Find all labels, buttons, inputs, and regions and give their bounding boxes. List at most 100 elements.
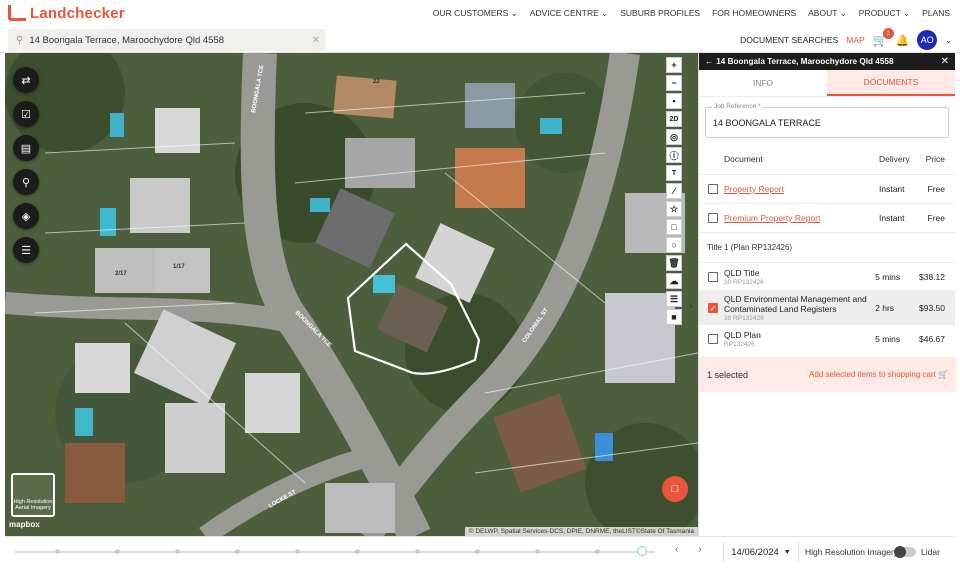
timeline-dot[interactable] bbox=[295, 549, 300, 554]
row-checkbox[interactable] bbox=[708, 333, 718, 344]
search-input[interactable]: ⚲ 14 Boongala Terrace, Maroochydore Qld … bbox=[8, 29, 326, 51]
document-name: QLD Plan bbox=[724, 329, 761, 340]
timeline-dot[interactable] bbox=[355, 549, 360, 554]
search-value: 14 Boongala Terrace, Maroochydore Qld 45… bbox=[29, 34, 225, 46]
text-tool-icon[interactable]: T bbox=[666, 165, 682, 181]
lot-label: 1/17 bbox=[173, 264, 185, 270]
bell-icon[interactable]: 🔔 bbox=[896, 34, 910, 47]
hires-imagery-tile[interactable]: High Resolution Aerial Imagery bbox=[11, 473, 55, 517]
location-pin-icon[interactable]: ⚲ bbox=[13, 169, 39, 195]
timeline-dot[interactable] bbox=[475, 549, 480, 554]
price-value: $46.67 bbox=[919, 333, 945, 344]
nav-advice-centre[interactable]: ADVICE CENTRE ⌄ bbox=[530, 8, 608, 19]
document-searches-link[interactable]: DOCUMENT SEARCHES bbox=[740, 35, 838, 45]
compare-icon[interactable]: ⇄ bbox=[13, 67, 39, 93]
top-nav: Landchecker OUR CUSTOMERS ⌄ ADVICE CENTR… bbox=[0, 0, 960, 26]
circle-icon[interactable]: ○ bbox=[666, 237, 682, 253]
nav-about[interactable]: ABOUT ⌄ bbox=[808, 8, 847, 19]
delivery-value: Instant bbox=[879, 184, 905, 194]
map-link[interactable]: MAP bbox=[846, 35, 864, 45]
brand-logo[interactable]: Landchecker bbox=[8, 5, 125, 22]
document-link[interactable]: Premium Property Report bbox=[724, 213, 879, 223]
back-arrow-icon[interactable]: ← bbox=[705, 57, 713, 66]
avatar[interactable]: AO bbox=[917, 30, 938, 50]
timeline-dot[interactable] bbox=[175, 549, 180, 554]
date-select[interactable]: 14/06/2024 ▼ bbox=[723, 542, 799, 562]
map-tools: ⇄ ☑ ▤ ⚲ ◈ ☰ bbox=[13, 67, 39, 263]
map-controls: + − • 2D ◎ ⓘ T ∕ ☆ □ ○ 🗑 ☁ ☰ ■ bbox=[666, 57, 682, 325]
delivery-value: 5 mins bbox=[875, 271, 901, 282]
star-icon[interactable]: ☆ bbox=[666, 201, 682, 217]
2d-toggle[interactable]: 2D bbox=[666, 111, 682, 127]
job-reference-field[interactable]: Job Reference * 14 BOONGALA TERRACE bbox=[705, 103, 949, 138]
cloud-icon[interactable]: ☁ bbox=[666, 273, 682, 289]
chevron-down-icon[interactable]: ⌄ bbox=[945, 36, 952, 45]
brand-name: Landchecker bbox=[30, 4, 125, 22]
nav-suburb-profiles[interactable]: SUBURB PROFILES bbox=[620, 8, 700, 18]
document-sub: RP132426 bbox=[724, 340, 755, 348]
clear-icon[interactable]: ✕ bbox=[312, 35, 320, 46]
nav-for-homeowners[interactable]: FOR HOMEOWNERS bbox=[712, 8, 796, 18]
locate-icon[interactable]: ◎ bbox=[666, 129, 682, 145]
map-canvas[interactable]: BOONGALA TCE BOONGALA TCE COLONIAL ST LO… bbox=[5, 53, 698, 536]
timeline-dot[interactable] bbox=[55, 549, 60, 554]
date-value: 14/06/2024 bbox=[731, 546, 779, 558]
chat-icon[interactable]: □ bbox=[662, 476, 688, 502]
report-icon[interactable]: ▤ bbox=[13, 135, 39, 161]
close-icon[interactable]: ✕ bbox=[941, 56, 949, 67]
row-checkbox-checked[interactable]: ✓ bbox=[708, 302, 718, 313]
table-row: Property Report Instant Free bbox=[699, 174, 955, 203]
tab-info[interactable]: INFO bbox=[699, 70, 827, 96]
toolbar-right: DOCUMENT SEARCHES MAP 🛒 1 🔔 AO ⌄ bbox=[740, 28, 952, 51]
timeline-dot[interactable] bbox=[535, 549, 540, 554]
nav-our-customers[interactable]: OUR CUSTOMERS ⌄ bbox=[433, 8, 518, 19]
timeline-knob[interactable] bbox=[637, 546, 647, 556]
layers-icon[interactable]: ◈ bbox=[13, 203, 39, 229]
imagery-lidar-toggle[interactable] bbox=[894, 546, 916, 558]
trash-icon[interactable]: 🗑 bbox=[666, 255, 682, 271]
add-to-cart-label: Add selected items to shopping cart bbox=[809, 370, 936, 379]
sliders-icon[interactable]: ☰ bbox=[666, 291, 682, 307]
panel-header: ← 14 Boongala Terrace, Maroochydore Qld … bbox=[699, 53, 955, 70]
ruler-icon[interactable]: ∕ bbox=[666, 183, 682, 199]
mapbox-logo: mapbox bbox=[9, 520, 40, 529]
delivery-value: 5 mins bbox=[875, 333, 901, 344]
search-row: ⚲ 14 Boongala Terrace, Maroochydore Qld … bbox=[0, 26, 960, 53]
table-row: QLD Plan RP132426 5 mins $46.67 bbox=[699, 324, 955, 352]
timeline-dot[interactable] bbox=[235, 549, 240, 554]
checklist-icon[interactable]: ☑ bbox=[13, 101, 39, 127]
cart-add-icon: 🛒 bbox=[938, 370, 948, 379]
app-root: Landchecker OUR CUSTOMERS ⌄ ADVICE CENTR… bbox=[0, 0, 960, 572]
nav-product[interactable]: PRODUCT ⌄ bbox=[859, 8, 910, 19]
add-to-cart-button[interactable]: Add selected items to shopping cart 🛒 bbox=[809, 370, 948, 379]
row-checkbox[interactable] bbox=[708, 184, 718, 194]
selection-footer: 1 selected Add selected items to shoppin… bbox=[699, 357, 956, 392]
image-icon[interactable]: ■ bbox=[666, 309, 682, 325]
info-icon[interactable]: ⓘ bbox=[666, 147, 682, 163]
document-sub: 30 RP132426 bbox=[724, 278, 764, 286]
north-icon[interactable]: • bbox=[666, 93, 682, 109]
tab-documents[interactable]: DOCUMENTS bbox=[827, 70, 955, 96]
cart-icon[interactable]: 🛒 1 bbox=[873, 28, 894, 47]
polygon-icon[interactable]: □ bbox=[666, 219, 682, 235]
document-name: QLD Title bbox=[724, 267, 760, 278]
chevron-left-icon[interactable]: ‹ bbox=[675, 544, 678, 555]
panel-tabs: INFO DOCUMENTS bbox=[699, 70, 955, 97]
row-checkbox[interactable] bbox=[708, 213, 718, 223]
search-icon: ⚲ bbox=[16, 34, 24, 46]
collapse-panel-icon[interactable]: › bbox=[689, 301, 692, 312]
list-icon[interactable]: ☰ bbox=[13, 237, 39, 263]
timeline-dot[interactable] bbox=[115, 549, 120, 554]
zoom-out-button[interactable]: − bbox=[666, 75, 682, 91]
timeline-dot[interactable] bbox=[415, 549, 420, 554]
row-checkbox[interactable] bbox=[708, 271, 718, 282]
nav-plans[interactable]: PLANS bbox=[922, 8, 950, 18]
chevron-right-icon[interactable]: › bbox=[698, 544, 701, 555]
document-link[interactable]: Property Report bbox=[724, 184, 879, 194]
timeline-dot[interactable] bbox=[595, 549, 600, 554]
nav-links: OUR CUSTOMERS ⌄ ADVICE CENTRE ⌄ SUBURB P… bbox=[433, 0, 950, 26]
document-name-cell: QLD Environmental Management and Contami… bbox=[724, 294, 875, 322]
lot-label: 2/17 bbox=[115, 271, 127, 277]
zoom-in-button[interactable]: + bbox=[666, 57, 682, 73]
timeline-track[interactable] bbox=[15, 546, 655, 556]
